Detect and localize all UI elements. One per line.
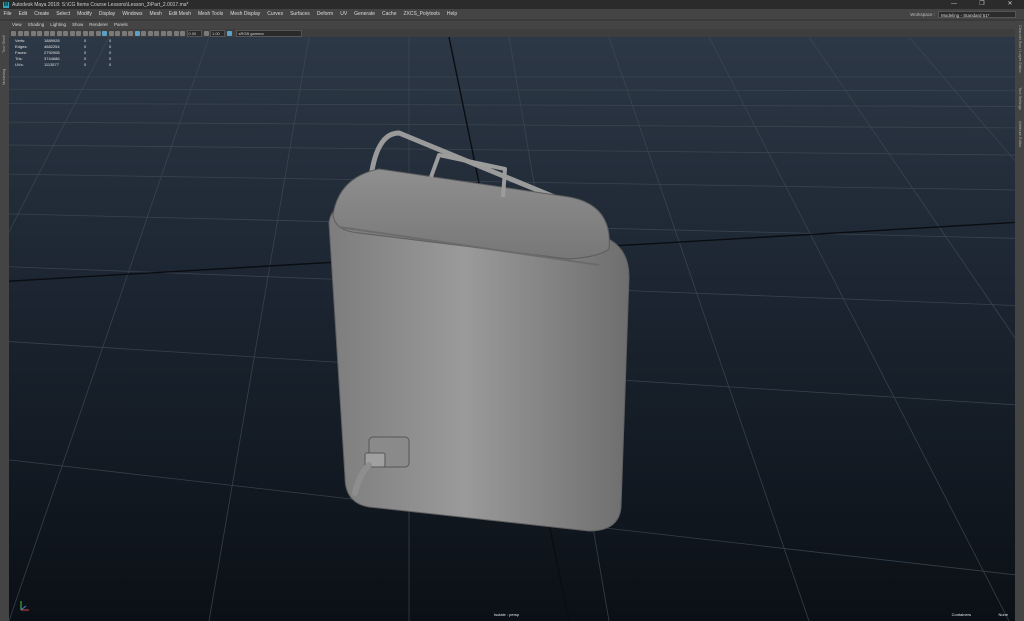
- panel-menu-panels[interactable]: Panels: [111, 21, 131, 29]
- menu-generate[interactable]: Generate: [351, 9, 379, 19]
- tab-channel-box[interactable]: Channel Box / Layer Editor: [1016, 25, 1023, 85]
- gamma-icon: [203, 30, 209, 36]
- xray-joints-icon[interactable]: [147, 30, 153, 36]
- menu-zxcs-polytools[interactable]: ZXCS_Polytools: [400, 9, 443, 19]
- depth-of-field-icon[interactable]: [173, 30, 179, 36]
- 2d-pan-zoom-icon[interactable]: [37, 30, 42, 36]
- hud-value: 0: [109, 62, 112, 67]
- camera-attributes-icon[interactable]: [17, 30, 23, 36]
- menu-mesh-tools[interactable]: Mesh Tools: [195, 9, 227, 19]
- maya-window: M Autodesk Maya 2018: S:\CG Items Course…: [0, 0, 1024, 621]
- menu-display[interactable]: Display: [95, 9, 118, 19]
- panel-toolbar: 0.00 1.00 sRGB gamma: [9, 29, 1015, 37]
- perspective-viewport[interactable]: Verts: 1889928 0 0 Edges: 4682254 0 0 Fa…: [9, 37, 1015, 621]
- smooth-shade-icon[interactable]: [102, 30, 107, 36]
- close-button[interactable]: ✕: [996, 0, 1024, 9]
- menu-select[interactable]: Select: [53, 9, 74, 19]
- menu-surfaces[interactable]: Surfaces: [287, 9, 314, 19]
- menu-mesh-display[interactable]: Mesh Display: [227, 9, 264, 19]
- panel-menu-bar: View Shading Lighting Show Renderer Pane…: [9, 21, 1015, 29]
- menu-windows[interactable]: Windows: [119, 9, 146, 19]
- minimize-button[interactable]: —: [940, 0, 968, 9]
- panel-menu-show[interactable]: Show: [69, 21, 86, 29]
- tab-modeling[interactable]: Modeling: [1, 55, 8, 85]
- grease-pencil-icon[interactable]: [43, 30, 49, 36]
- right-shelf-strip: Channel Box / Layer Editor Tool Settings…: [1014, 21, 1024, 621]
- select-camera-icon[interactable]: [11, 30, 16, 36]
- xray-icon[interactable]: [141, 30, 146, 36]
- view-transform-dropdown[interactable]: sRGB gamma: [235, 29, 302, 37]
- resolution-gate-icon[interactable]: [63, 30, 68, 36]
- isolate-select-icon[interactable]: [134, 30, 140, 36]
- panel-menu-renderer[interactable]: Renderer: [86, 21, 111, 29]
- panel-menu-lighting[interactable]: Lighting: [47, 21, 69, 29]
- tab-tool-settings[interactable]: Tool Settings: [1016, 87, 1023, 119]
- menu-uv[interactable]: UV: [337, 9, 351, 19]
- hud-row-uvs: UVs: 1113577 0 0: [15, 62, 119, 68]
- field-chart-icon[interactable]: [76, 30, 81, 36]
- panel-menu-shading[interactable]: Shading: [25, 21, 48, 29]
- poly-count-hud: Verts: 1889928 0 0 Edges: 4682254 0 0 Fa…: [15, 38, 119, 68]
- film-gate-icon[interactable]: [56, 30, 62, 36]
- maya-logo-icon: M: [3, 1, 9, 8]
- camera-name-label: Isolate : persp: [494, 612, 520, 617]
- grid-icon[interactable]: [50, 30, 55, 36]
- bookmark-icon[interactable]: [24, 30, 29, 36]
- anti-aliasing-icon[interactable]: [167, 30, 172, 36]
- title-bar: M Autodesk Maya 2018: S:\CG Items Course…: [0, 0, 1024, 9]
- hud-value: 0: [84, 62, 87, 67]
- window-controls: — ❐ ✕: [940, 0, 1024, 9]
- main-menu-bar: File Edit Create Select Modify Display W…: [0, 9, 1024, 19]
- hud-label: UVs:: [15, 62, 24, 67]
- menu-modify[interactable]: Modify: [74, 9, 96, 19]
- motion-blur-icon[interactable]: [160, 30, 166, 36]
- workspace-selector: Workspace : Modeling - Standard 51*: [910, 9, 1016, 19]
- menu-cache[interactable]: Cache: [379, 9, 400, 19]
- safe-title-icon[interactable]: [89, 30, 94, 36]
- panel-menu-view[interactable]: View: [9, 21, 25, 29]
- textured-icon[interactable]: [115, 30, 120, 36]
- shadows-icon[interactable]: [128, 30, 133, 36]
- exposure-icon: [180, 30, 185, 36]
- safe-action-icon[interactable]: [82, 30, 88, 36]
- menu-create[interactable]: Create: [31, 9, 53, 19]
- ambient-occlusion-icon[interactable]: [154, 30, 159, 36]
- gate-mask-icon[interactable]: [69, 30, 75, 36]
- window-title: Autodesk Maya 2018: S:\CG Items Course L…: [12, 1, 189, 8]
- view-axis-icon: [20, 601, 29, 611]
- workspace-dropdown[interactable]: Modeling - Standard 51*: [938, 10, 1016, 18]
- image-plane-icon[interactable]: [30, 30, 36, 36]
- exposure-field[interactable]: 0.00: [186, 29, 202, 37]
- menu-edit-mesh[interactable]: Edit Mesh: [165, 9, 194, 19]
- maximize-button[interactable]: ❐: [968, 0, 996, 9]
- viewport-scene: [9, 37, 1015, 621]
- none-label: None: [998, 612, 1008, 617]
- tab-tool-shelf[interactable]: Tool Shelf: [1, 25, 8, 53]
- tab-attribute-editor[interactable]: Attribute Editor: [1016, 121, 1023, 161]
- containers-label: Containers: [951, 612, 971, 617]
- workspace-label: Workspace :: [910, 11, 935, 17]
- menu-edit[interactable]: Edit: [15, 9, 31, 19]
- menu-curves[interactable]: Curves: [264, 9, 287, 19]
- gamma-field[interactable]: 1.00: [210, 29, 225, 37]
- menu-deform[interactable]: Deform: [313, 9, 336, 19]
- default-material-icon[interactable]: [108, 30, 114, 36]
- menu-mesh[interactable]: Mesh: [146, 9, 165, 19]
- hud-value: 1113577: [44, 62, 59, 67]
- menu-help[interactable]: Help: [443, 9, 460, 19]
- color-management-icon[interactable]: [227, 30, 232, 36]
- menu-file[interactable]: File: [0, 9, 15, 19]
- lights-icon[interactable]: [121, 30, 127, 36]
- wireframe-icon[interactable]: [95, 30, 101, 36]
